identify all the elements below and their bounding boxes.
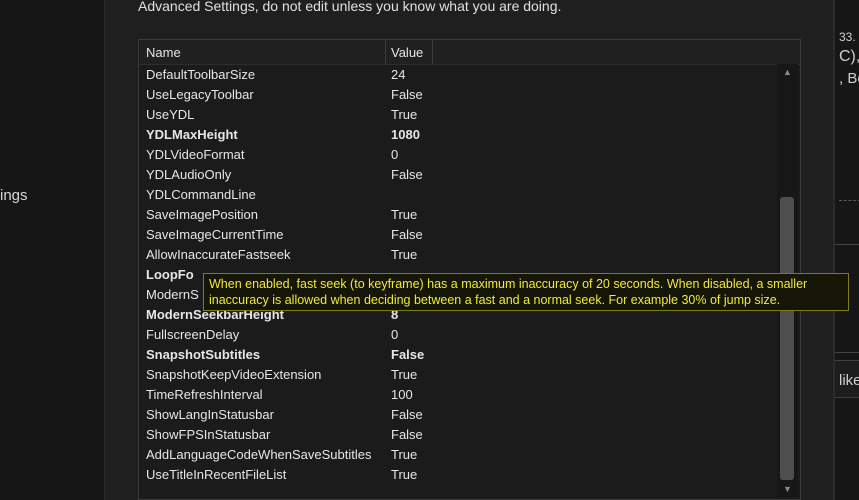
- setting-name-cell[interactable]: AddLanguageCodeWhenSaveSubtitles: [146, 445, 372, 465]
- setting-name-cell[interactable]: ModernS: [146, 285, 199, 305]
- column-header-name[interactable]: Name: [139, 40, 386, 64]
- setting-name-cell[interactable]: SnapshotKeepVideoExtension: [146, 365, 321, 385]
- setting-value-cell[interactable]: True: [391, 365, 417, 385]
- table-row[interactable]: YDLAudioOnly False: [139, 165, 777, 185]
- table-row[interactable]: SaveImagePosition True: [139, 205, 777, 225]
- scrollbar-thumb[interactable]: [780, 197, 794, 480]
- table-row[interactable]: AddLanguageCodeWhenSaveSubtitles True: [139, 445, 777, 465]
- setting-value-cell[interactable]: False: [391, 405, 423, 425]
- table-row[interactable]: UseLegacyToolbar False: [139, 85, 777, 105]
- setting-name-cell[interactable]: TimeRefreshInterval: [146, 385, 263, 405]
- table-row[interactable]: YDLCommandLine: [139, 185, 777, 205]
- setting-name-cell[interactable]: ShowLangInStatusbar: [146, 405, 274, 425]
- setting-value-cell[interactable]: True: [391, 445, 417, 465]
- setting-value-cell[interactable]: False: [391, 345, 424, 365]
- setting-name-cell[interactable]: UseYDL: [146, 105, 194, 125]
- setting-name-cell[interactable]: SnapshotSubtitles: [146, 345, 260, 365]
- scroll-up-arrow-icon[interactable]: ▲: [777, 64, 798, 80]
- setting-value-cell[interactable]: True: [391, 105, 417, 125]
- setting-name-cell[interactable]: ShowFPSInStatusbar: [146, 425, 270, 445]
- left-panel-label[interactable]: ings: [0, 187, 28, 204]
- setting-value-cell[interactable]: False: [391, 165, 423, 185]
- table-row[interactable]: FullscreenDelay 0: [139, 325, 777, 345]
- table-row[interactable]: ShowLangInStatusbar False: [139, 405, 777, 425]
- table-row[interactable]: TimeRefreshInterval 100: [139, 385, 777, 405]
- background-text-fragment: 33.: [839, 30, 856, 44]
- setting-name-cell[interactable]: UseLegacyToolbar: [146, 85, 254, 105]
- setting-name-cell[interactable]: YDLAudioOnly: [146, 165, 231, 185]
- setting-name-cell[interactable]: UseTitleInRecentFileList: [146, 465, 286, 485]
- setting-name-cell[interactable]: YDLVideoFormat: [146, 145, 245, 165]
- background-text-fragment: like: [839, 372, 859, 389]
- setting-value-cell[interactable]: 24: [391, 65, 405, 85]
- setting-value-cell[interactable]: 100: [391, 385, 413, 405]
- column-header-value[interactable]: Value: [386, 40, 433, 64]
- page-heading: Advanced Settings, do not edit unless yo…: [138, 0, 562, 14]
- background-window-fragment: 33. C), , Bo like: [833, 0, 859, 500]
- table-row[interactable]: SnapshotKeepVideoExtension True: [139, 365, 777, 385]
- table-row[interactable]: SnapshotSubtitles False: [139, 345, 777, 365]
- setting-name-cell[interactable]: YDLMaxHeight: [146, 125, 238, 145]
- setting-value-cell[interactable]: True: [391, 205, 417, 225]
- setting-value-cell[interactable]: 1080: [391, 125, 420, 145]
- table-row[interactable]: YDLMaxHeight 1080: [139, 125, 777, 145]
- grid-header: Name Value: [139, 40, 800, 65]
- table-row[interactable]: AllowInaccurateFastseek True: [139, 245, 777, 265]
- setting-name-cell[interactable]: DefaultToolbarSize: [146, 65, 255, 85]
- setting-name-cell[interactable]: LoopFo: [146, 265, 194, 285]
- setting-value-cell[interactable]: False: [391, 225, 423, 245]
- divider: [835, 244, 859, 245]
- scroll-down-arrow-icon[interactable]: ▼: [777, 481, 798, 497]
- table-row[interactable]: ShowFPSInStatusbar False: [139, 425, 777, 445]
- divider: [839, 200, 859, 201]
- setting-value-cell[interactable]: True: [391, 245, 417, 265]
- table-row[interactable]: UseTitleInRecentFileList True: [139, 465, 777, 485]
- table-row[interactable]: SaveImageCurrentTime False: [139, 225, 777, 245]
- setting-value-cell[interactable]: False: [391, 85, 423, 105]
- advanced-settings-page: Advanced Settings, do not edit unless yo…: [114, 0, 833, 500]
- setting-name-cell[interactable]: SaveImagePosition: [146, 205, 258, 225]
- divider: [835, 352, 859, 353]
- setting-name-cell[interactable]: YDLCommandLine: [146, 185, 256, 205]
- setting-name-cell[interactable]: AllowInaccurateFastseek: [146, 245, 291, 265]
- table-row[interactable]: DefaultToolbarSize 24: [139, 65, 777, 85]
- background-text-fragment: , Bo: [839, 70, 859, 87]
- background-text-fragment: C),: [839, 48, 859, 65]
- setting-value-cell[interactable]: True: [391, 465, 417, 485]
- setting-name-cell[interactable]: FullscreenDelay: [146, 325, 239, 345]
- setting-value-cell[interactable]: 0: [391, 145, 398, 165]
- left-settings-panel: ings: [0, 0, 104, 500]
- table-row[interactable]: YDLVideoFormat 0: [139, 145, 777, 165]
- setting-name-cell[interactable]: SaveImageCurrentTime: [146, 225, 284, 245]
- setting-value-cell[interactable]: False: [391, 425, 423, 445]
- setting-description-tooltip: When enabled, fast seek (to keyframe) ha…: [203, 273, 849, 311]
- settings-grid: Name Value DefaultToolbarSize 24 UseLegacy…: [138, 39, 801, 500]
- setting-value-cell[interactable]: 0: [391, 325, 398, 345]
- table-row[interactable]: UseYDL True: [139, 105, 777, 125]
